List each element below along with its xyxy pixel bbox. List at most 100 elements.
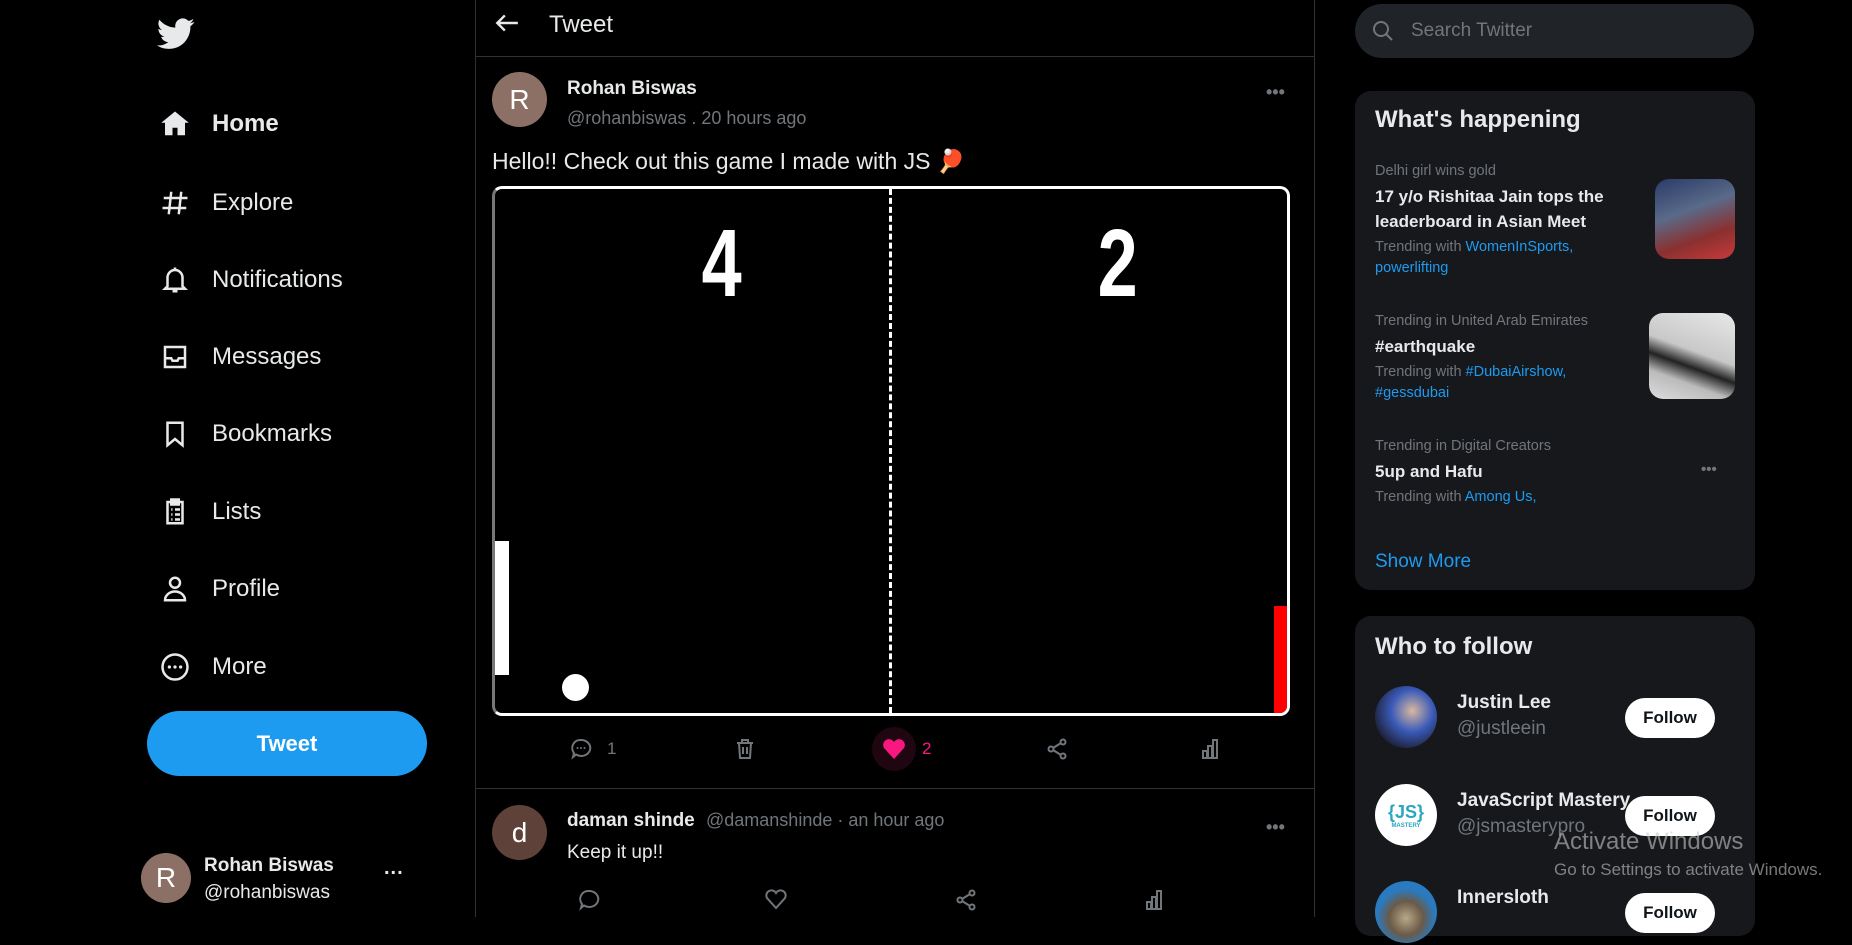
more-icon[interactable]: ... — [384, 857, 404, 880]
follow-suggestion[interactable]: Justin Lee @justleein Follow — [1375, 686, 1735, 750]
divider — [476, 56, 1314, 57]
like-button[interactable]: 2 — [872, 727, 931, 771]
watermark-subtitle: Go to Settings to activate Windows. — [1554, 860, 1823, 879]
sidebar-item-lists[interactable]: Lists — [160, 487, 261, 537]
search-icon — [1373, 21, 1393, 41]
avatar: R — [141, 853, 191, 903]
trends-card: What's happening Delhi girl wins gold 17… — [1355, 91, 1755, 590]
like-count: 2 — [922, 739, 932, 758]
divider — [476, 788, 1314, 789]
trend-image-weightlifting[interactable] — [1655, 179, 1735, 259]
trend-category: Delhi girl wins gold — [1375, 163, 1496, 179]
user-name: Justin Lee — [1457, 692, 1551, 713]
author-name[interactable]: Rohan Biswas — [567, 78, 697, 100]
tweet-text: Hello!! Check out this game I made with … — [492, 148, 966, 174]
sidebar-item-label: Explore — [212, 189, 294, 216]
trend-category: Trending in Digital Creators — [1375, 438, 1551, 454]
windows-activation-watermark: Activate Windows Go to Settings to activ… — [1554, 828, 1822, 880]
avatar[interactable]: R — [492, 72, 547, 127]
trend-with-label: Trending with — [1375, 239, 1462, 255]
more-icon[interactable]: ••• — [1701, 461, 1717, 478]
share-button[interactable] — [1045, 737, 1069, 761]
avatar[interactable]: d — [492, 805, 547, 860]
user-handle: @justleein — [1457, 718, 1546, 739]
logo-subtext: MASTERY — [1391, 822, 1421, 829]
reply-button[interactable]: 1 — [569, 737, 616, 761]
trend-image-seismograph[interactable] — [1649, 313, 1735, 399]
trend-item[interactable]: Delhi girl wins gold 17 y/o Rishitaa Jai… — [1375, 163, 1635, 279]
follow-button[interactable]: Follow — [1625, 698, 1715, 738]
sidebar-item-label: Bookmarks — [212, 420, 333, 447]
bar-chart-icon — [1202, 739, 1218, 759]
avatar — [1375, 881, 1437, 943]
sidebar-item-label: Profile — [212, 575, 281, 602]
trend-title: 5up and Hafu — [1375, 462, 1483, 481]
more-icon[interactable]: ••• — [1266, 82, 1285, 103]
sidebar-item-label: More — [212, 653, 267, 680]
twitter-logo-icon[interactable] — [157, 17, 195, 51]
search-input[interactable] — [1411, 20, 1731, 42]
reply-handle-time: @damanshinde · an hour ago — [706, 810, 945, 830]
trend-title: #earthquake — [1375, 337, 1476, 356]
sidebar-item-explore[interactable]: Explore — [160, 178, 293, 228]
more-icon[interactable]: ••• — [1266, 817, 1285, 838]
delete-button[interactable] — [733, 737, 757, 761]
account-switcher[interactable]: R Rohan Biswas @rohanbiswas ... — [141, 853, 431, 903]
follow-suggestion[interactable]: Innersloth Follow — [1375, 881, 1735, 945]
user-icon — [163, 576, 187, 602]
trend-with-label: Trending with — [1375, 364, 1462, 380]
sidebar-item-label: Messages — [212, 343, 322, 370]
analytics-button[interactable] — [1142, 888, 1166, 912]
share-button[interactable] — [954, 888, 978, 912]
sidebar-item-messages[interactable]: Messages — [160, 332, 321, 382]
who-to-follow-card: Who to follow Justin Lee @justleein Foll… — [1355, 616, 1755, 943]
bar-chart-icon — [1146, 890, 1162, 910]
trend-category: Trending in United Arab Emirates — [1375, 313, 1589, 329]
trend-with-label: Trending with — [1375, 489, 1462, 505]
sidebar-item-bookmarks[interactable]: Bookmarks — [160, 409, 332, 459]
author-handle-time: @rohanbiswas . 20 hours ago — [567, 108, 807, 128]
score-right: 2 — [1097, 210, 1138, 317]
trend-item[interactable]: Trending in Digital Creators 5up and Haf… — [1375, 438, 1635, 508]
reply-count: 1 — [607, 739, 617, 758]
center-net — [889, 189, 892, 713]
trend-item[interactable]: Trending in United Arab Emirates #earthq… — [1375, 313, 1635, 404]
sidebar-item-home[interactable]: Home — [160, 99, 279, 149]
like-button[interactable] — [764, 888, 788, 910]
search-bar[interactable] — [1355, 4, 1754, 58]
share-icon — [1047, 738, 1067, 760]
reply-text: Keep it up!! — [567, 842, 664, 863]
home-icon — [161, 111, 189, 136]
follow-button[interactable]: Follow — [1625, 893, 1715, 933]
comment-icon — [579, 889, 600, 911]
trend-title: 17 y/o Rishitaa Jain tops the leaderboar… — [1375, 187, 1604, 231]
account-name: Rohan Biswas — [204, 855, 334, 876]
trend-link[interactable]: Among Us, — [1465, 489, 1537, 505]
inbox-icon — [163, 345, 187, 369]
show-more-link[interactable]: Show More — [1375, 551, 1471, 573]
sidebar-item-notifications[interactable]: Notifications — [160, 255, 343, 305]
who-to-follow-title: Who to follow — [1375, 633, 1533, 660]
main-column: Tweet R Rohan Biswas @rohanbiswas . 20 h… — [475, 0, 1315, 917]
left-paddle — [495, 541, 509, 675]
sidebar-item-profile[interactable]: Profile — [160, 564, 280, 614]
user-name: JavaScript Mastery — [1457, 790, 1631, 811]
tweet-button[interactable]: Tweet — [147, 711, 427, 776]
reply-author-name[interactable]: daman shinde — [567, 810, 695, 832]
bookmark-icon — [166, 421, 184, 448]
reply-button[interactable] — [577, 888, 601, 912]
ball — [562, 674, 589, 701]
right-paddle — [1274, 606, 1287, 713]
comment-icon — [571, 738, 592, 760]
avatar — [1375, 686, 1437, 748]
bell-icon — [161, 267, 189, 293]
back-arrow-icon[interactable] — [494, 12, 520, 34]
pong-game-canvas[interactable]: 4 2 — [492, 186, 1290, 716]
user-name: Innersloth — [1457, 887, 1549, 908]
logo-text: {JS} — [1387, 801, 1425, 822]
more-circle-icon — [161, 653, 189, 681]
page-title: Tweet — [549, 11, 614, 38]
analytics-button[interactable] — [1198, 737, 1222, 761]
sidebar-item-more[interactable]: More — [160, 642, 267, 692]
share-icon — [956, 889, 976, 911]
